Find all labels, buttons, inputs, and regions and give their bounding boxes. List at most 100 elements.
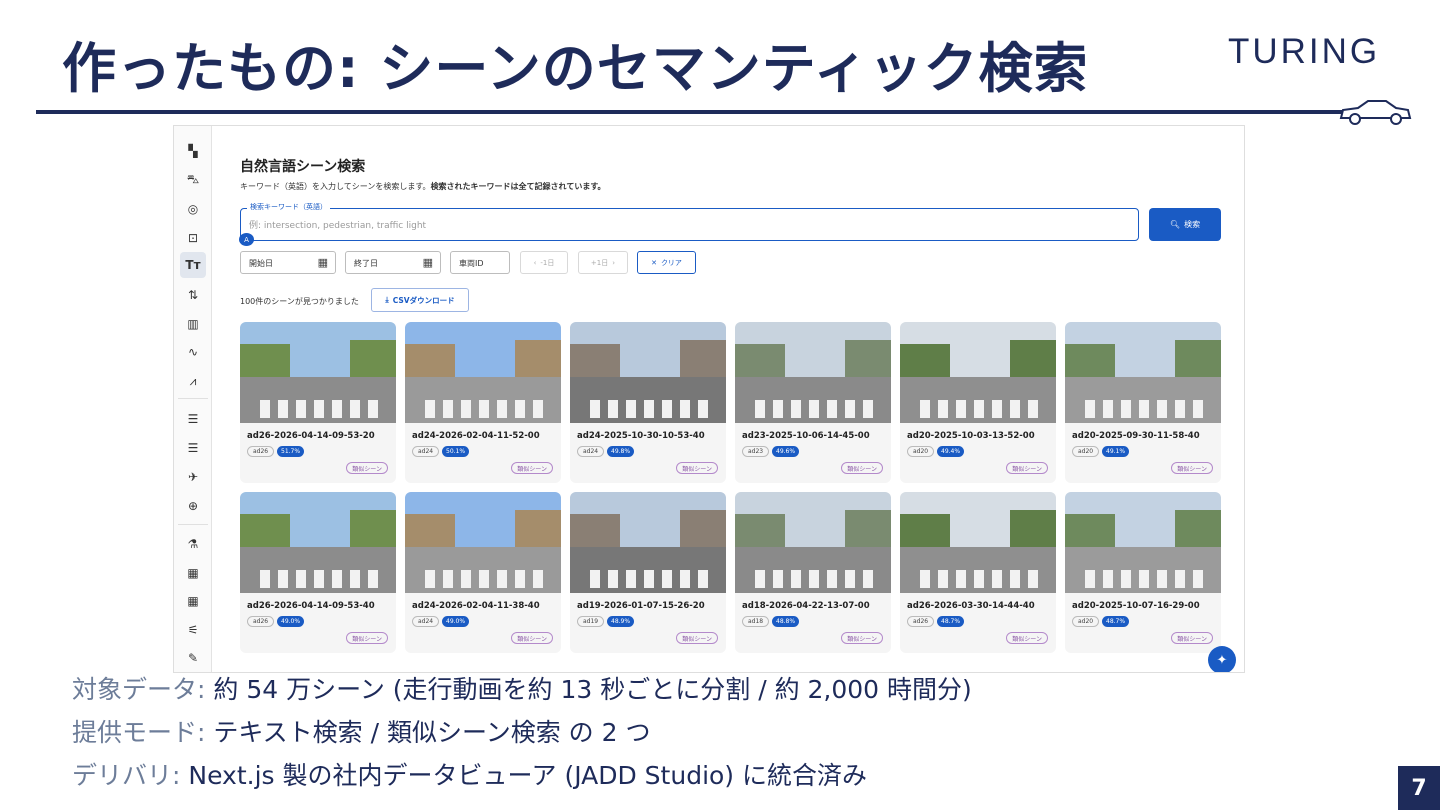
chart-line-icon[interactable]: ∿ bbox=[180, 341, 206, 363]
scene-card[interactable]: ad24-2026-02-04-11-52-00 ad24 50.1% 類似シーン bbox=[405, 322, 561, 483]
flight-icon[interactable]: ✈ bbox=[180, 466, 206, 488]
dashboard-icon[interactable]: ▚ bbox=[180, 140, 206, 162]
chevron-right-icon: › bbox=[612, 258, 616, 267]
sparkle-icon: ✦ bbox=[1216, 652, 1228, 668]
vehicle-badge: ad26 bbox=[247, 616, 275, 627]
add-circle-icon[interactable]: ⊕ bbox=[180, 495, 206, 517]
similar-scene-button[interactable]: 類似シーン bbox=[676, 632, 718, 644]
scene-thumbnail[interactable] bbox=[735, 322, 891, 423]
chevron-left-icon: ‹ bbox=[533, 258, 537, 267]
scene-thumbnail[interactable] bbox=[900, 322, 1056, 423]
page-title: 自然言語シーン検索 bbox=[240, 159, 366, 175]
scene-card[interactable]: ad24-2025-10-30-10-53-40 ad24 49.8% 類似シーン bbox=[570, 322, 726, 483]
search-placeholder: 例: intersection, pedestrian, traffic lig… bbox=[249, 221, 427, 231]
score-badge: 50.1% bbox=[442, 446, 470, 457]
start-date-field[interactable]: 開始日 ▦ bbox=[240, 251, 336, 274]
scene-card[interactable]: ad26-2026-04-14-09-53-20 ad26 51.7% 類似シーン bbox=[240, 322, 396, 483]
similar-scene-button[interactable]: 類似シーン bbox=[841, 462, 883, 474]
similar-scene-button[interactable]: 類似シーン bbox=[1006, 462, 1048, 474]
car-icon bbox=[1339, 100, 1412, 125]
scene-card[interactable]: ad23-2025-10-06-14-45-00 ad23 49.6% 類似シーン bbox=[735, 322, 891, 483]
scene-thumbnail[interactable] bbox=[1065, 322, 1221, 423]
calendar-icon[interactable]: ▦ bbox=[318, 256, 328, 269]
scene-thumbnail[interactable] bbox=[570, 322, 726, 423]
scene-id: ad24-2026-02-04-11-52-00 bbox=[412, 431, 540, 441]
ai-assistant-button[interactable]: ✦ bbox=[1208, 646, 1236, 672]
calendar-icon[interactable]: ▦ bbox=[423, 256, 433, 269]
similar-scene-button[interactable]: 類似シーン bbox=[346, 632, 388, 644]
score-badge: 48.7% bbox=[937, 616, 965, 627]
similar-scene-button[interactable]: 類似シーン bbox=[1006, 632, 1048, 644]
scene-card[interactable]: ad20-2025-10-07-16-29-00 ad20 48.7% 類似シーン bbox=[1065, 492, 1221, 653]
vehicle-badge: ad24 bbox=[412, 616, 440, 627]
score-badge: 51.7% bbox=[277, 446, 305, 457]
scene-thumbnail[interactable] bbox=[240, 492, 396, 593]
score-badge: 49.0% bbox=[442, 616, 470, 627]
similar-scene-button[interactable]: 類似シーン bbox=[676, 462, 718, 474]
score-badge: 49.6% bbox=[772, 446, 800, 457]
vehicle-badge: ad18 bbox=[742, 616, 770, 627]
scene-id: ad18-2026-04-22-13-07-00 bbox=[742, 601, 870, 611]
scene-card[interactable]: ad18-2026-04-22-13-07-00 ad18 48.8% 類似シーン bbox=[735, 492, 891, 653]
scene-id: ad20-2025-10-03-13-52-00 bbox=[907, 431, 1035, 441]
text-icon[interactable]: Tт bbox=[180, 252, 206, 278]
close-icon: ✕ bbox=[651, 258, 657, 267]
scene-id: ad26-2026-03-30-14-44-40 bbox=[907, 601, 1035, 611]
image-search-icon[interactable]: ⊡ bbox=[180, 227, 206, 249]
scene-thumbnail[interactable] bbox=[1065, 492, 1221, 593]
score-badge: 49.1% bbox=[1102, 446, 1130, 457]
grid-icon[interactable]: ▦ bbox=[180, 590, 206, 612]
similar-scene-button[interactable]: 類似シーン bbox=[841, 632, 883, 644]
scene-card[interactable]: ad26-2026-03-30-14-44-40 ad26 48.7% 類似シーン bbox=[900, 492, 1056, 653]
sidebar-divider bbox=[178, 398, 208, 399]
scene-id: ad20-2025-10-07-16-29-00 bbox=[1072, 601, 1200, 611]
chart-search-icon[interactable]: ⩘ bbox=[180, 370, 206, 392]
similar-scene-button[interactable]: 類似シーン bbox=[511, 632, 553, 644]
vehicle-id-field[interactable]: 車両ID bbox=[450, 251, 510, 274]
edit-icon[interactable]: ✎ bbox=[180, 647, 206, 669]
prev-day-button[interactable]: ‹ -1日 bbox=[520, 251, 568, 274]
scene-thumbnail[interactable] bbox=[240, 322, 396, 423]
scene-card[interactable]: ad20-2025-09-30-11-58-40 ad20 49.1% 類似シーン bbox=[1065, 322, 1221, 483]
bullet-modes: 提供モード: テキスト検索 / 類似シーン検索 の 2 つ bbox=[72, 718, 651, 747]
similar-scene-button[interactable]: 類似シーン bbox=[1171, 632, 1213, 644]
scene-thumbnail[interactable] bbox=[570, 492, 726, 593]
input-badge: A bbox=[239, 233, 254, 246]
list-alt-icon[interactable]: ☰ bbox=[180, 437, 206, 459]
next-day-button[interactable]: +1日 › bbox=[578, 251, 628, 274]
end-date-field[interactable]: 終了日 ▦ bbox=[345, 251, 441, 274]
flask-icon[interactable]: ⚗ bbox=[180, 533, 206, 555]
scene-card[interactable]: ad24-2026-02-04-11-38-40 ad24 49.0% 類似シーン bbox=[405, 492, 561, 653]
tune-icon[interactable]: ⚟ bbox=[180, 619, 206, 641]
car-icon[interactable]: ⛍ bbox=[180, 169, 206, 191]
similar-scene-button[interactable]: 類似シーン bbox=[1171, 462, 1213, 474]
scene-card[interactable]: ad19-2026-01-07-15-26-20 ad19 48.9% 類似シーン bbox=[570, 492, 726, 653]
scene-thumbnail[interactable] bbox=[405, 492, 561, 593]
scene-thumbnail[interactable] bbox=[900, 492, 1056, 593]
list-icon[interactable]: ☰ bbox=[180, 408, 206, 430]
scene-thumbnail[interactable] bbox=[405, 322, 561, 423]
similar-scene-button[interactable]: 類似シーン bbox=[511, 462, 553, 474]
search-button[interactable]: 🔍︎ 検索 bbox=[1149, 208, 1221, 241]
title-divider bbox=[36, 110, 1346, 114]
similar-scene-button[interactable]: 類似シーン bbox=[346, 462, 388, 474]
app-window: ▚ ⛍ ◎ ⊡ Tт ⇅ ▥ ∿ ⩘ ☰ ☰ ✈ ⊕ ⚗ ▦ ▦ ⚟ ✎ 自然言… bbox=[173, 125, 1245, 673]
vehicle-badge: ad26 bbox=[247, 446, 275, 457]
scene-card[interactable]: ad26-2026-04-14-09-53-40 ad26 49.0% 類似シーン bbox=[240, 492, 396, 653]
vehicle-badge: ad24 bbox=[577, 446, 605, 457]
swap-icon[interactable]: ⇅ bbox=[180, 284, 206, 306]
clear-button[interactable]: ✕ クリア bbox=[637, 251, 696, 274]
csv-download-button[interactable]: ⤓ CSVダウンロード bbox=[371, 288, 469, 312]
scene-card[interactable]: ad20-2025-10-03-13-52-00 ad20 49.4% 類似シーン bbox=[900, 322, 1056, 483]
search-input[interactable]: 検索キーワード（英語） 例: intersection, pedestrian,… bbox=[240, 202, 1139, 241]
scene-thumbnail[interactable] bbox=[735, 492, 891, 593]
bar-chart-icon[interactable]: ▦ bbox=[180, 562, 206, 584]
search-legend: 検索キーワード（英語） bbox=[247, 202, 330, 212]
vehicle-badge: ad19 bbox=[577, 616, 605, 627]
scene-id: ad20-2025-09-30-11-58-40 bbox=[1072, 431, 1200, 441]
search-target-icon[interactable]: ◎ bbox=[180, 198, 206, 220]
map-icon[interactable]: ▥ bbox=[180, 313, 206, 335]
scene-id: ad26-2026-04-14-09-53-20 bbox=[247, 431, 375, 441]
scene-id: ad26-2026-04-14-09-53-40 bbox=[247, 601, 375, 611]
summary-list: 対象データ: 約 54 万シーン (走行動画を約 13 秒ごとに分割 / 約 2… bbox=[72, 670, 972, 799]
